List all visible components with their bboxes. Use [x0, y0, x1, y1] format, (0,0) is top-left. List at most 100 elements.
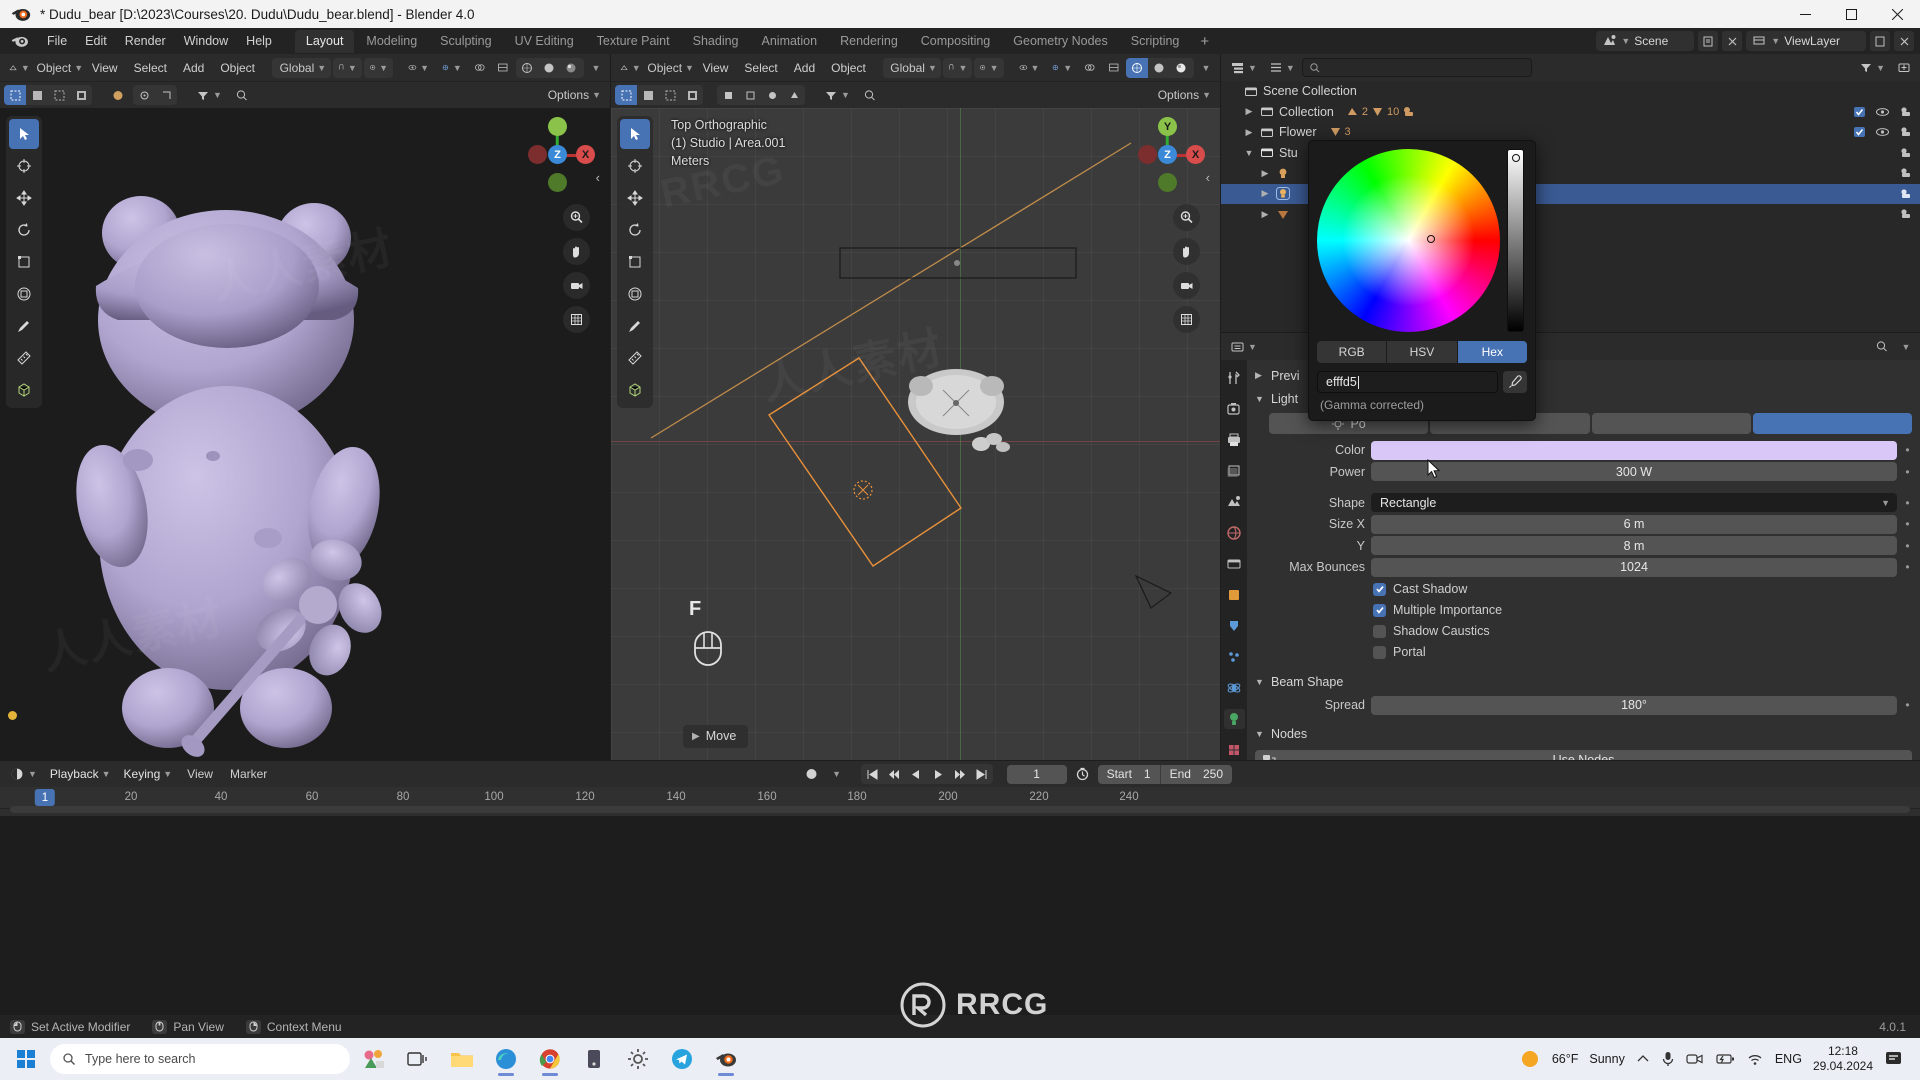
zoom-icon[interactable]: [1173, 204, 1200, 231]
gizmo-axis-z[interactable]: Z: [1158, 145, 1177, 164]
select-box-mode[interactable]: [4, 85, 26, 105]
shading-solid[interactable]: [1148, 58, 1170, 78]
shape-dropdown[interactable]: Rectangle ▼: [1371, 493, 1897, 512]
expander-icon[interactable]: ▶: [1241, 106, 1257, 117]
select-mode-group[interactable]: [4, 85, 92, 105]
sidebar-collapse-arrow-left[interactable]: ‹: [596, 170, 600, 185]
select-invert-mode[interactable]: [70, 85, 92, 105]
filter-dropdown[interactable]: ▼: [191, 85, 227, 105]
tab-rgb[interactable]: RGB: [1317, 341, 1386, 363]
viewport-options-button[interactable]: Options ▼: [1153, 85, 1216, 105]
select-extend-mode[interactable]: [637, 85, 659, 105]
panel-nodes[interactable]: ▼ Nodes: [1247, 723, 1920, 746]
object-mode-face[interactable]: [761, 85, 783, 105]
taskbar-search-input[interactable]: Type here to search: [50, 1044, 350, 1074]
visibility-toggle[interactable]: ▼: [403, 58, 434, 78]
tab-scene[interactable]: [1224, 492, 1245, 512]
filter-dropdown[interactable]: ▼: [819, 85, 855, 105]
battery-charging-icon[interactable]: [1715, 1052, 1735, 1066]
menu-view[interactable]: View: [180, 764, 220, 784]
shading-material[interactable]: [1170, 58, 1192, 78]
menu-window[interactable]: Window: [175, 31, 237, 51]
interaction-mode-button[interactable]: Object ▼: [37, 58, 83, 78]
previous-keyframe-button[interactable]: [883, 764, 905, 784]
camera-render-icon[interactable]: [1899, 208, 1914, 220]
unlink-scene-button[interactable]: [1722, 31, 1742, 51]
blender-menu-icon[interactable]: [10, 32, 30, 50]
hex-input-field[interactable]: efffd5: [1317, 371, 1498, 393]
tool-add-cube[interactable]: [9, 375, 39, 405]
viewport-right-nav-gizmo[interactable]: X Y Z: [1128, 116, 1206, 194]
shadow-caustics-checkbox[interactable]: [1373, 625, 1386, 638]
menu-marker[interactable]: Marker: [223, 764, 274, 784]
menu-playback[interactable]: Playback ▼: [45, 764, 116, 784]
taskbar-settings[interactable]: [618, 1041, 658, 1077]
properties-search-icon[interactable]: [1870, 337, 1894, 357]
camera-view-icon[interactable]: [1173, 272, 1200, 299]
editor-type-button[interactable]: ▼: [4, 58, 35, 78]
select-box-mode[interactable]: [615, 85, 637, 105]
auto-keying-toggle[interactable]: [799, 764, 824, 784]
gizmo-axis-y-neg[interactable]: [1158, 173, 1177, 192]
object-mode-extra[interactable]: [783, 85, 805, 105]
shading-options-dropdown[interactable]: ▼: [586, 58, 606, 78]
select-subtract-mode[interactable]: [48, 85, 70, 105]
menu-add[interactable]: Add: [176, 58, 211, 78]
object-mode-vertex[interactable]: [717, 85, 739, 105]
camera-icon[interactable]: [1686, 1052, 1704, 1066]
keying-popover[interactable]: ▼: [827, 764, 847, 784]
expander-icon[interactable]: ▶: [1257, 168, 1273, 179]
menu-render[interactable]: Render: [116, 31, 175, 51]
tool-add-cube[interactable]: [620, 375, 650, 405]
new-viewlayer-button[interactable]: [1870, 31, 1890, 51]
start-frame-field[interactable]: Start 1: [1098, 765, 1160, 784]
expander-icon[interactable]: ▼: [1241, 148, 1257, 158]
viewport-right-canvas[interactable]: Top Orthographic (1) Studio | Area.001 M…: [611, 108, 1220, 760]
tab-layout[interactable]: Layout: [295, 30, 355, 53]
camera-render-icon[interactable]: [1899, 188, 1914, 200]
size-x-field[interactable]: 6 m: [1371, 515, 1897, 534]
tab-modeling[interactable]: Modeling: [355, 30, 428, 53]
tab-particles[interactable]: [1224, 647, 1245, 667]
scene-selector[interactable]: ▼ Scene: [1596, 31, 1694, 51]
notifications-icon[interactable]: [1884, 1050, 1904, 1068]
object-mode-edge[interactable]: [739, 85, 761, 105]
tab-view-layer[interactable]: [1224, 461, 1245, 481]
pivot-snap-group[interactable]: [133, 85, 177, 105]
taskbar-edge-browser[interactable]: [486, 1041, 526, 1077]
play-button[interactable]: [927, 764, 949, 784]
tool-scale[interactable]: [620, 247, 650, 277]
taskbar-media-app[interactable]: [574, 1041, 614, 1077]
weather-sun-icon[interactable]: [1519, 1048, 1541, 1070]
power-value-field[interactable]: 300 W: [1371, 462, 1897, 481]
xray-toggle[interactable]: [492, 58, 514, 78]
tool-measure[interactable]: [620, 343, 650, 373]
menu-add[interactable]: Add: [787, 58, 822, 78]
play-reverse-button[interactable]: [905, 764, 927, 784]
tab-object[interactable]: [1224, 585, 1245, 605]
minimize-button[interactable]: [1782, 0, 1828, 28]
tab-texture[interactable]: [1224, 740, 1245, 760]
playback-controls[interactable]: [861, 764, 993, 784]
tool-select-box[interactable]: [620, 119, 650, 149]
taskbar-chrome-browser[interactable]: [530, 1041, 570, 1077]
shading-solid[interactable]: [538, 58, 560, 78]
properties-options-dropdown[interactable]: ▼: [1896, 337, 1916, 357]
editor-type-button[interactable]: ▼: [1225, 337, 1262, 357]
spread-field[interactable]: 180°: [1371, 696, 1897, 715]
camera-render-icon[interactable]: [1899, 126, 1914, 138]
pivot-point-button[interactable]: [133, 85, 155, 105]
tool-move[interactable]: [620, 183, 650, 213]
end-frame-field[interactable]: End 250: [1161, 765, 1232, 784]
menu-help[interactable]: Help: [237, 31, 281, 51]
light-type-spot[interactable]: [1592, 413, 1751, 434]
jump-to-start-button[interactable]: [861, 764, 883, 784]
search-icon[interactable]: [858, 85, 882, 105]
tab-output[interactable]: [1224, 430, 1245, 450]
chevron-up-icon[interactable]: [1636, 1053, 1650, 1065]
expander-icon[interactable]: ▶: [1257, 209, 1273, 220]
wifi-icon[interactable]: [1746, 1052, 1764, 1066]
tab-rendering[interactable]: Rendering: [829, 30, 909, 53]
timeline-scrollbar[interactable]: [10, 806, 1910, 813]
use-preview-range-icon[interactable]: [1070, 764, 1095, 784]
